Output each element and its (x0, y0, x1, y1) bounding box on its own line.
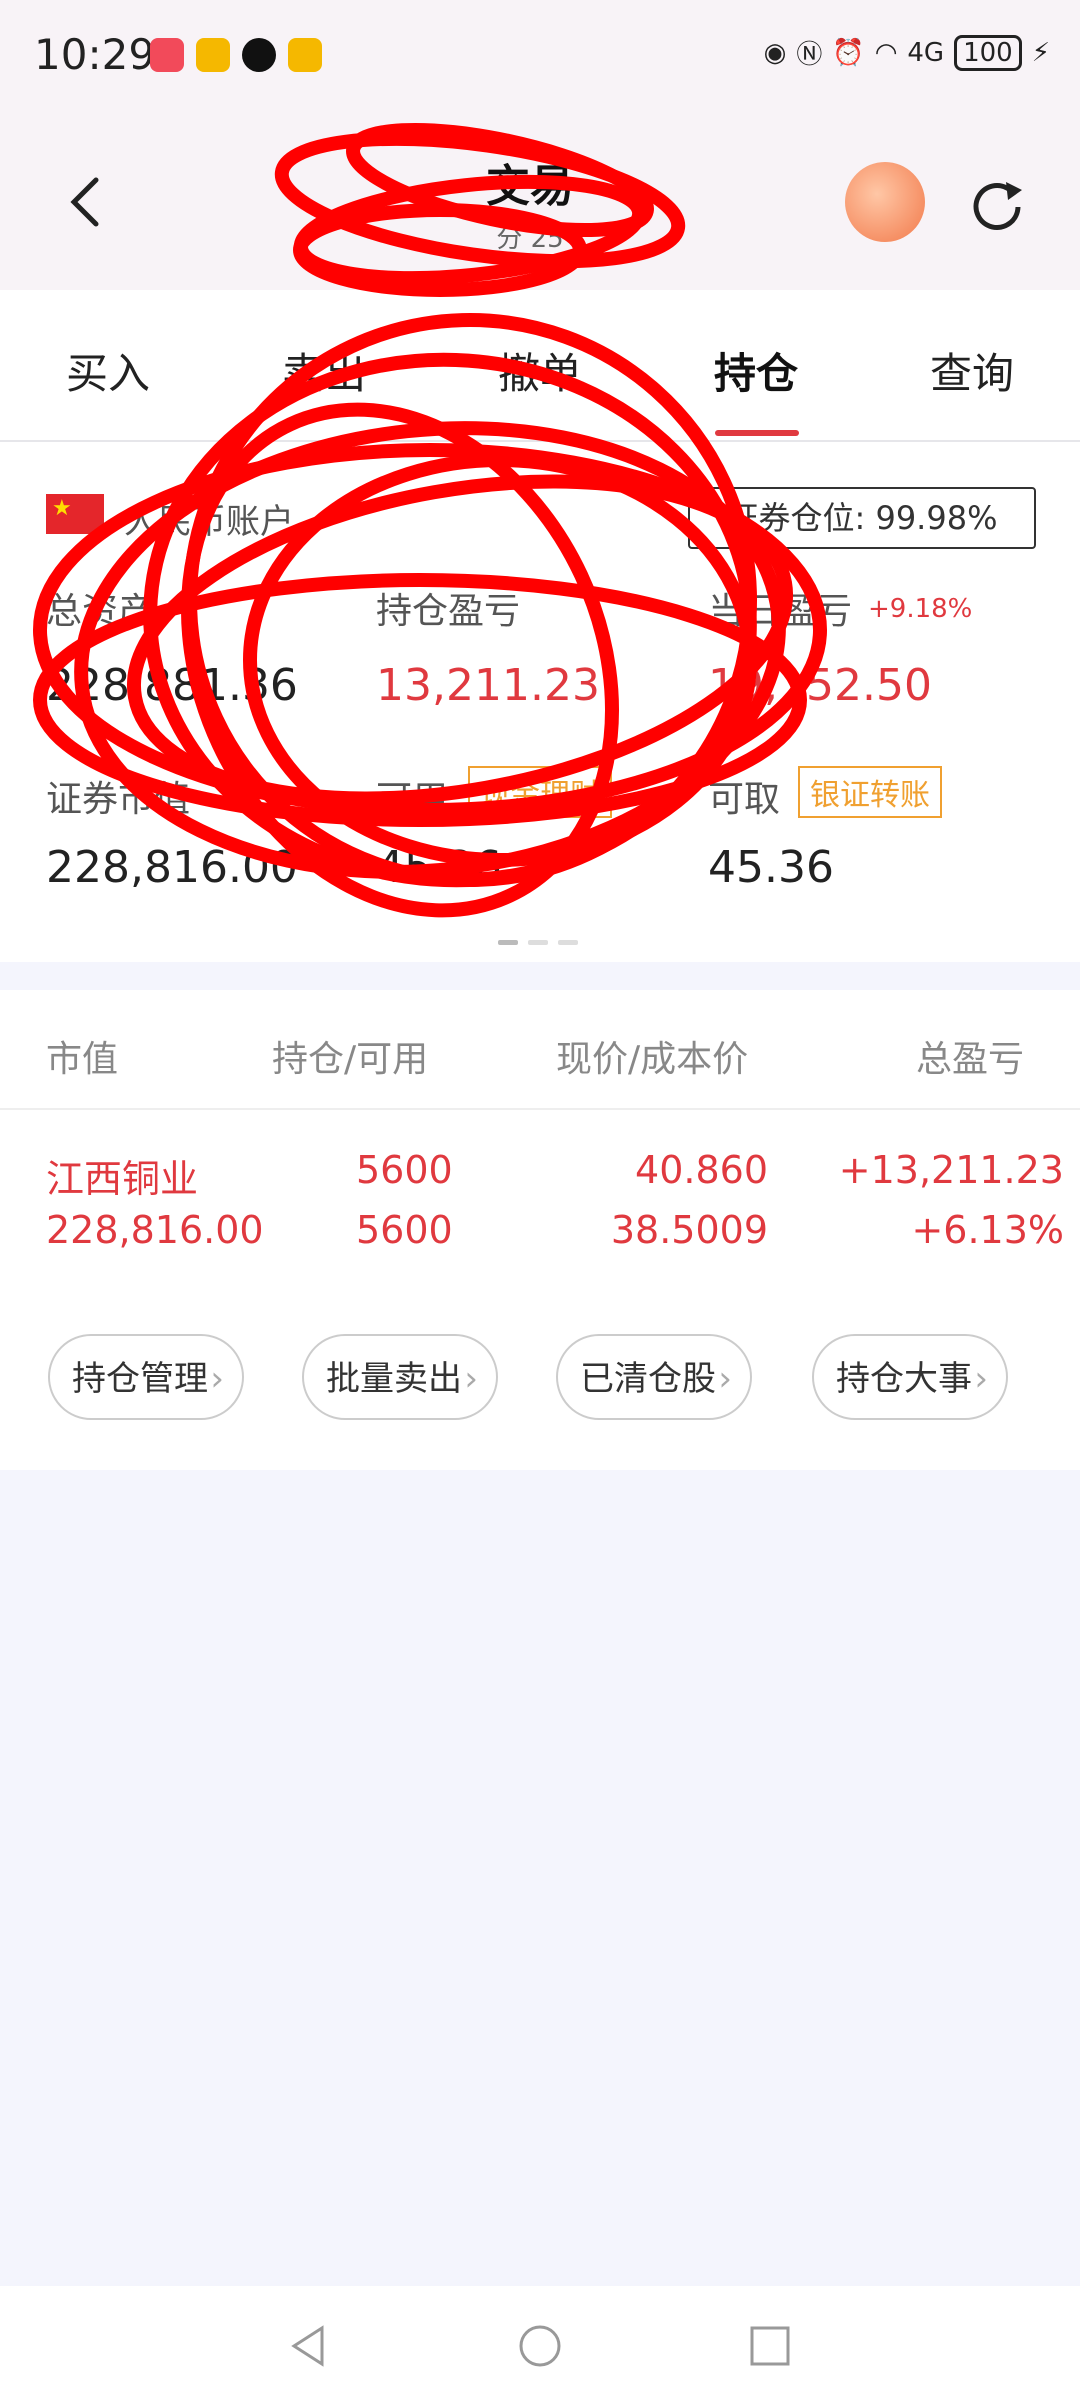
header-price: 现价/成本价 (556, 1039, 749, 1080)
total-assets-value: 228,881.36 (46, 660, 298, 711)
system-icons: ◉ Ⓝ ⏰ ◠ 4G 100 ⚡ (764, 34, 1050, 71)
stock-available: 5600 (356, 1208, 453, 1252)
account-summary: ★ 人民币账户 证券仓位: 99.98% 总资产 228,881.36 持仓盈亏… (0, 442, 1080, 962)
app-notification-icon (150, 38, 184, 72)
status-time: 10:29 (34, 30, 156, 79)
market-value-label: 证券市值 (46, 779, 191, 820)
app-notification-icon (196, 38, 230, 72)
chip-label: 持仓大事 (836, 1359, 972, 1399)
nav-home-icon[interactable] (518, 2324, 562, 2368)
china-flag-icon: ★ (46, 494, 104, 534)
status-bar: 10:29 ◉ Ⓝ ⏰ ◠ 4G 100 ⚡ (0, 0, 1080, 120)
total-assets-label: 总资产 (46, 591, 155, 632)
manage-holdings-button[interactable]: 持仓管理 › (48, 1334, 244, 1420)
cash-wealth-button[interactable]: 现金理财 (468, 766, 612, 818)
market-value-value: 228,816.00 (46, 842, 298, 893)
bank-transfer-button[interactable]: 银证转账 (798, 766, 942, 818)
available-label: 可用 (376, 779, 449, 820)
back-icon[interactable] (58, 172, 118, 232)
wifi-icon: ◠ (874, 37, 898, 68)
chevron-right-icon: › (718, 1359, 732, 1399)
nav-recents-icon[interactable] (748, 2324, 792, 2368)
available-value: 45.36 (376, 842, 502, 893)
page-dot (528, 940, 548, 945)
today-pnl-label: 当日盈亏 (708, 591, 853, 632)
currency-account-label: 人民币账户 (124, 502, 294, 542)
holding-pnl-label: 持仓盈亏 (376, 591, 521, 632)
stock-pnl: +13,211.23 (838, 1148, 1064, 1192)
eye-icon: ◉ (763, 37, 787, 68)
page-title-area: 交易 分 25 (320, 150, 740, 260)
chevron-right-icon: › (210, 1359, 224, 1399)
app-notification-icon (288, 38, 322, 72)
holdings-table: 市值 持仓/可用 现价/成本价 总盈亏 江西铜业 228,816.00 5600… (0, 990, 1080, 1470)
stock-cost: 38.5009 (610, 1208, 768, 1252)
alarm-icon: ⏰ (832, 37, 865, 68)
header-total-pnl[interactable]: 总盈亏 (916, 1030, 1024, 1082)
page-dot (498, 940, 518, 945)
stock-name: 江西铜业 (46, 1157, 199, 1201)
stock-position: 5600 (356, 1148, 453, 1192)
page-title: 交易 (486, 161, 574, 212)
nav-back-icon[interactable] (286, 2324, 330, 2368)
tab-holdings[interactable]: 持仓 (714, 340, 798, 401)
charging-icon: ⚡ (1031, 37, 1050, 68)
qq-icon (242, 38, 276, 72)
chip-label: 已清仓股 (580, 1359, 716, 1399)
battery-icon: 100 (954, 34, 1022, 71)
stock-price: 40.860 (635, 1148, 768, 1192)
nfc-icon: Ⓝ (796, 40, 823, 70)
holding-pnl-value: 13,211.23 (376, 660, 600, 711)
today-pnl-value: 19,152.50 (708, 660, 932, 711)
cleared-stocks-button[interactable]: 已清仓股 › (556, 1334, 752, 1420)
chevron-right-icon: › (464, 1359, 478, 1399)
header-market-value[interactable]: 市值 (46, 1030, 118, 1082)
tab-buy[interactable]: 买入 (66, 340, 150, 401)
assistant-avatar[interactable] (845, 162, 925, 242)
page-indicator (498, 940, 578, 945)
chip-label: 持仓管理 (72, 1359, 208, 1399)
refresh-icon[interactable] (962, 172, 1032, 242)
top-bar: 交易 分 25 (0, 120, 1080, 290)
system-nav-bar (0, 2286, 1080, 2400)
account-subtitle: 分 25 (496, 224, 564, 254)
withdrawable-value: 45.36 (708, 842, 834, 893)
tab-sell[interactable]: 卖出 (282, 340, 366, 401)
active-tab-indicator (715, 430, 799, 436)
position-ratio-badge: 证券仓位: 99.98% (688, 487, 1036, 549)
notification-icons (150, 38, 322, 72)
chip-label: 批量卖出 (326, 1359, 462, 1399)
table-divider (0, 1108, 1080, 1110)
tab-cancel[interactable]: 撤单 (498, 340, 582, 401)
stock-market-value: 228,816.00 (46, 1208, 264, 1252)
signal-icon: 4G (907, 37, 945, 68)
chevron-right-icon: › (974, 1359, 988, 1399)
today-pnl-percent: +9.18% (868, 594, 973, 624)
header-position: 持仓/可用 (272, 1039, 429, 1080)
page-dot (558, 940, 578, 945)
holding-events-button[interactable]: 持仓大事 › (812, 1334, 1008, 1420)
batch-sell-button[interactable]: 批量卖出 › (302, 1334, 498, 1420)
withdrawable-label: 可取 (708, 779, 781, 820)
stock-pnl-percent: +6.13% (911, 1208, 1064, 1252)
trade-tabs: 买入 卖出 撤单 持仓 查询 (0, 290, 1080, 442)
tab-query[interactable]: 查询 (930, 340, 1014, 401)
